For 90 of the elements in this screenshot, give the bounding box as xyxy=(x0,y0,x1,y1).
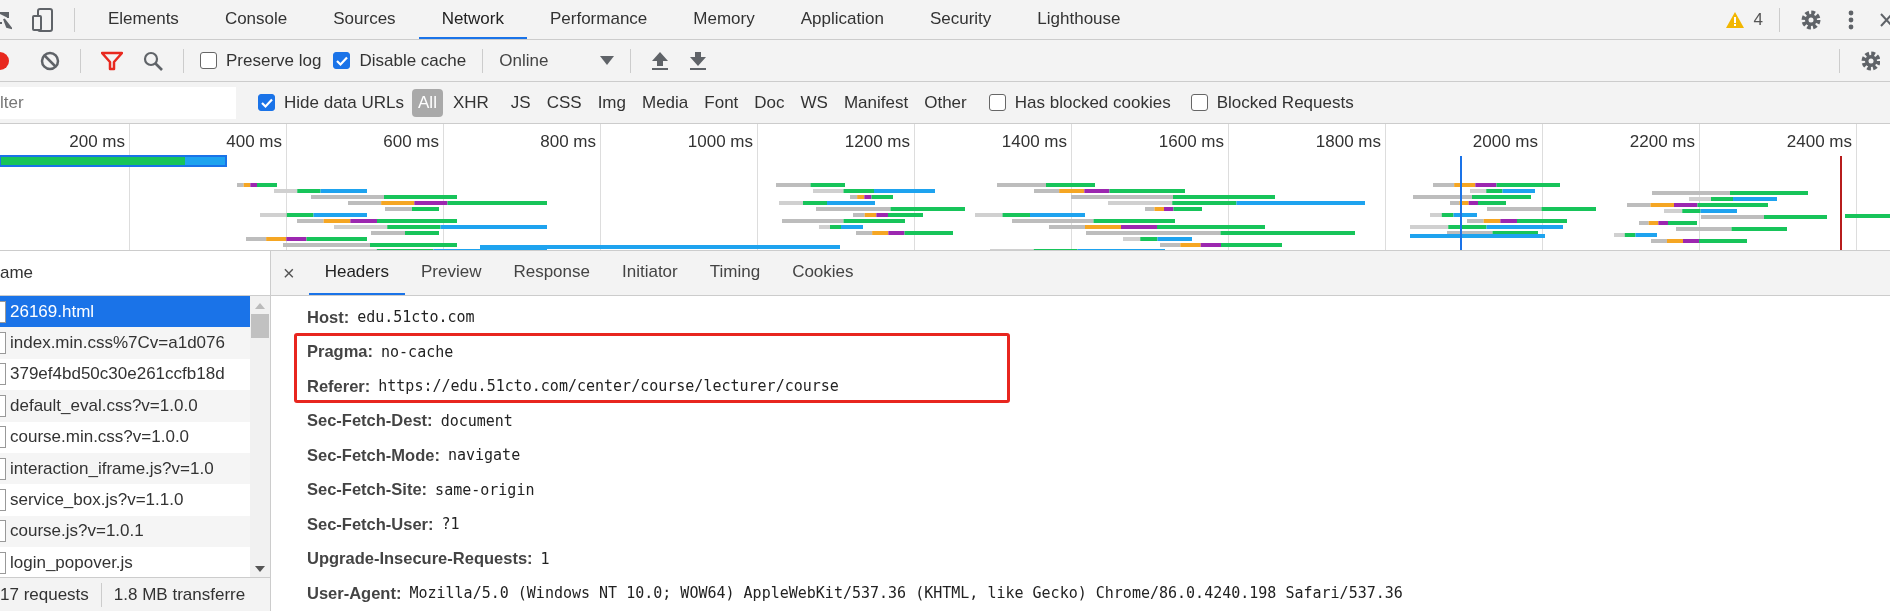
time-tick-label: 1800 ms xyxy=(1315,132,1381,151)
detail-tab[interactable]: Response xyxy=(497,251,606,295)
checkbox-label: Has blocked cookies xyxy=(1014,92,1171,113)
record-icon[interactable] xyxy=(0,50,10,71)
checkbox[interactable] xyxy=(258,94,275,111)
header-name: Sec-Fetch-User: xyxy=(307,514,434,534)
panel-tab[interactable]: Application xyxy=(777,0,907,39)
type-filter[interactable]: Doc xyxy=(748,88,791,117)
header-name: Referer: xyxy=(307,376,371,396)
header-value: 1 xyxy=(540,549,550,568)
detail-tab[interactable]: Preview xyxy=(404,251,498,295)
type-filter[interactable]: JS xyxy=(504,88,537,117)
request-row[interactable]: interaction_iframe.js?v=1.0 xyxy=(0,452,250,485)
header-value: Mozilla/5.0 (Windows NT 10.0; WOW64) AppleWebKit/537.36 (KHTML, like Gecko) Chrome/86.0.4240.198 Safari/537.36 xyxy=(409,584,1403,603)
time-tick-label: 2400 ms xyxy=(1786,132,1852,151)
header-name: Sec-Fetch-Site: xyxy=(307,480,428,500)
type-filter[interactable]: Img xyxy=(591,88,632,117)
detail-tab[interactable]: Initiator xyxy=(606,251,694,295)
checkbox-label: Hide data URLs xyxy=(284,92,404,113)
close-icon[interactable] xyxy=(1880,11,1890,28)
scroll-down-icon[interactable] xyxy=(254,565,266,573)
checkbox-label: Preserve log xyxy=(226,50,322,71)
request-count: 17 requests xyxy=(0,584,89,605)
download-icon[interactable] xyxy=(689,50,708,71)
header-name: User-Agent: xyxy=(307,583,402,603)
header-name: Pragma: xyxy=(307,342,374,362)
checkbox[interactable] xyxy=(1190,94,1208,111)
header-value: https://edu.51cto.com/center/course/lecturer/course xyxy=(378,377,839,396)
detail-tab[interactable]: Headers xyxy=(308,251,405,295)
filter-field[interactable]: lter xyxy=(0,86,236,119)
time-tick-label: 400 ms xyxy=(226,132,282,151)
column-header[interactable]: ame xyxy=(0,263,34,283)
time-tick-label: 1200 ms xyxy=(844,132,910,151)
caret-icon xyxy=(600,55,615,66)
time-tick-label: 600 ms xyxy=(383,132,439,151)
time-tick-label: 2000 ms xyxy=(1472,132,1538,151)
settings-icon[interactable] xyxy=(1800,8,1822,31)
header-name: Sec-Fetch-Mode: xyxy=(307,445,440,465)
panel-tab[interactable]: Performance xyxy=(527,0,671,39)
type-filter[interactable]: Other xyxy=(918,88,973,117)
header-value: document xyxy=(440,411,513,430)
request-row[interactable]: index.min.css%7Cv=a1d076 xyxy=(0,327,250,359)
filter-icon[interactable] xyxy=(101,50,123,71)
more-icon[interactable] xyxy=(1848,9,1854,30)
device-icon[interactable] xyxy=(32,7,54,32)
upload-icon[interactable] xyxy=(651,50,670,71)
header-value: edu.51cto.com xyxy=(357,308,475,327)
time-tick-label: 200 ms xyxy=(69,132,125,151)
type-filter[interactable]: Manifest xyxy=(837,88,915,117)
checkbox[interactable] xyxy=(988,94,1006,111)
time-tick-label: 1400 ms xyxy=(1001,132,1067,151)
throttling-dropdown[interactable]: Online xyxy=(493,50,621,71)
header-value: no-cache xyxy=(381,342,454,361)
panel-tab[interactable]: Sources xyxy=(310,0,419,39)
transferred-size: 1.8 MB transferre xyxy=(113,584,246,605)
scrollbar-thumb[interactable] xyxy=(251,314,269,338)
header-name: Upgrade-Insecure-Requests: xyxy=(307,549,533,569)
warning-count[interactable]: 4 xyxy=(1753,9,1763,30)
time-tick-label: 1600 ms xyxy=(1158,132,1224,151)
panel-tab[interactable]: Console xyxy=(201,0,311,39)
panel-tab[interactable]: Elements xyxy=(85,0,202,39)
settings-icon[interactable] xyxy=(1860,49,1880,72)
request-row[interactable]: course.js?v=1.0.1 xyxy=(0,515,250,548)
time-tick-label: 2200 ms xyxy=(1629,132,1695,151)
time-tick-label: 1000 ms xyxy=(687,132,753,151)
panel-tab[interactable]: Security xyxy=(906,0,1015,39)
type-filter[interactable]: WS xyxy=(794,88,834,117)
checkbox[interactable] xyxy=(333,52,351,69)
header-value: navigate xyxy=(447,446,521,465)
type-filter[interactable]: Font xyxy=(698,88,745,117)
header-name: Host: xyxy=(307,307,350,327)
type-filter[interactable]: XHR xyxy=(446,88,495,117)
type-filter[interactable]: Media xyxy=(636,88,695,117)
request-row[interactable]: default_eval.css?v=1.0.0 xyxy=(0,390,250,422)
request-row[interactable]: 26169.html xyxy=(0,296,250,328)
checkbox[interactable] xyxy=(200,52,217,69)
header-value: ?1 xyxy=(441,515,460,534)
panel-tab[interactable]: Lighthouse xyxy=(1014,0,1144,39)
search-icon[interactable] xyxy=(143,50,163,71)
checkbox-label: Blocked Requests xyxy=(1216,92,1354,113)
type-filter[interactable]: CSS xyxy=(540,88,588,117)
header-name: Sec-Fetch-Dest: xyxy=(307,411,433,431)
panel-tab[interactable]: Memory xyxy=(670,0,778,39)
header-value: same-origin xyxy=(435,480,535,499)
checkbox-label: Disable cache xyxy=(359,50,467,71)
time-tick-label: 800 ms xyxy=(540,132,596,151)
detail-tab[interactable]: Cookies xyxy=(776,251,870,295)
close-button[interactable]: × xyxy=(283,261,295,285)
detail-tab[interactable]: Timing xyxy=(693,251,777,295)
clear-icon[interactable] xyxy=(40,50,60,71)
